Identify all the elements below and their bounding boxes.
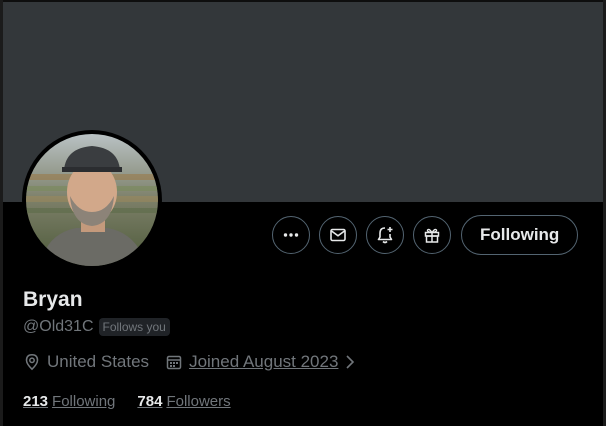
joined-date-link[interactable]: Joined August 2023 [189, 352, 338, 372]
more-horizontal-icon [283, 233, 299, 237]
followers-count: 784 [137, 393, 163, 410]
more-button[interactable] [272, 216, 310, 254]
following-count: 213 [23, 393, 49, 410]
user-handle: @Old31C [23, 318, 94, 335]
joined-item[interactable]: Joined August 2023 [165, 352, 356, 372]
followers-label: Followers [166, 393, 231, 410]
location-pin-icon [25, 354, 39, 371]
profile-action-buttons: Following [272, 215, 579, 255]
follow-stats: 213 Following 784 Followers [23, 393, 253, 410]
display-name: Bryan [23, 288, 83, 311]
profile-meta: United States Joined August 2023 [23, 352, 372, 372]
follows-you-badge: Follows you [98, 318, 170, 336]
following-button[interactable]: Following [461, 215, 579, 255]
avatar-photo [26, 134, 158, 266]
subscribe-button[interactable] [413, 216, 451, 254]
bell-plus-icon [377, 227, 393, 244]
calendar-icon [166, 355, 182, 370]
notifications-button[interactable] [366, 216, 404, 254]
following-label: Following [52, 393, 116, 410]
gift-icon [424, 228, 440, 243]
followers-count-link[interactable]: 784 Followers [137, 393, 230, 410]
message-button[interactable] [319, 216, 357, 254]
location-text: United States [47, 352, 150, 371]
envelope-icon [330, 228, 346, 242]
location-item: United States [23, 352, 149, 372]
following-count-link[interactable]: 213 Following [23, 393, 115, 410]
handle-row: @Old31C Follows you [23, 318, 170, 336]
chevron-right-icon [346, 355, 355, 369]
avatar-photo-illustration [26, 134, 158, 266]
profile-avatar[interactable] [22, 130, 162, 270]
